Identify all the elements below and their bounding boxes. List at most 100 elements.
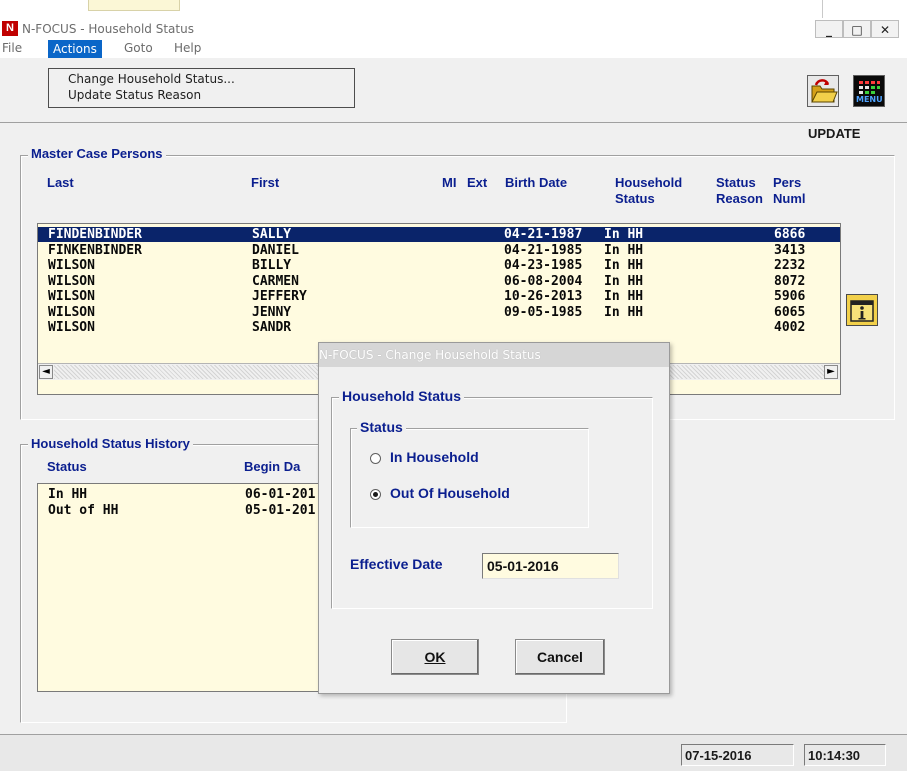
close-button[interactable]: ✕ xyxy=(871,20,899,38)
person-cell-last: FINKENBINDER xyxy=(48,242,142,258)
toolbar-separator xyxy=(0,122,907,123)
person-row[interactable]: WILSON SANDR 4002 xyxy=(38,320,840,335)
main-window: N N-FOCUS - Household Status _ □ ✕ File … xyxy=(0,18,907,771)
person-cell-number: 2232 xyxy=(774,258,806,273)
col-ext: Ext xyxy=(467,175,488,190)
person-cell-last: WILSON xyxy=(48,273,95,289)
person-cell-first: DANIEL xyxy=(252,242,299,258)
status-subgroup xyxy=(350,428,589,528)
col-mi: MI xyxy=(442,175,457,190)
col-status-reason-line2: Reason xyxy=(716,191,763,206)
mode-indicator: UPDATE xyxy=(808,126,861,141)
person-cell-first: JENNY xyxy=(252,304,292,320)
menu-item-change-household-status[interactable]: Change Household Status... xyxy=(68,72,235,86)
ok-button-label: OK xyxy=(424,649,446,665)
person-row[interactable]: FINDENBINDER SALLY 04-21-1987 In HH 6866 xyxy=(38,227,840,242)
person-cell-first: BILLY xyxy=(252,258,292,273)
col-person-number: Pers Numl xyxy=(773,175,839,207)
history-col-begin-date: Begin Da xyxy=(244,459,301,474)
history-list[interactable]: In HH 06-01-201 Out of HH 05-01-201 xyxy=(37,483,359,692)
menu-icon[interactable]: MENU xyxy=(853,75,885,107)
minimize-button[interactable]: _ xyxy=(815,20,843,38)
person-row[interactable]: WILSON BILLY 04-23-1985 In HH 2232 xyxy=(38,258,840,273)
option-in-household[interactable]: In Household xyxy=(370,449,570,467)
person-row[interactable]: FINKENBINDER DANIEL 04-21-1985 In HH 3413 xyxy=(38,243,840,258)
person-cell-first: CARMEN xyxy=(252,273,299,289)
history-cell-begin: 05-01-201 xyxy=(245,503,316,518)
dialog-title-bar: N-FOCUS - Change Household Status xyxy=(319,343,669,367)
scroll-left-button[interactable]: ◄ xyxy=(39,365,53,379)
person-cell-status: In HH xyxy=(604,304,644,320)
history-title: Household Status History xyxy=(28,436,193,451)
actions-dropdown: Change Household Status... Update Status… xyxy=(48,68,355,108)
person-detail-icon[interactable] xyxy=(846,294,878,326)
window-title: N-FOCUS - Household Status xyxy=(22,22,194,36)
person-cell-number: 8072 xyxy=(774,273,806,289)
person-cell-status: In HH xyxy=(604,258,644,273)
radio-out-of-household[interactable] xyxy=(370,489,381,500)
person-cell-last: WILSON xyxy=(48,320,95,335)
person-cell-number: 3413 xyxy=(774,242,806,258)
dialog-title: N-FOCUS - Change Household Status xyxy=(319,348,541,362)
effective-date-label: Effective Date xyxy=(350,556,443,572)
menu-file[interactable]: File xyxy=(2,41,22,55)
status-bar: 07-15-2016 10:14:30 xyxy=(0,734,907,771)
person-cell-status: In HH xyxy=(604,227,644,242)
change-household-status-dialog: N-FOCUS - Change Household Status Househ… xyxy=(318,342,670,694)
col-last: Last xyxy=(47,175,74,190)
col-household-status-line2: Status xyxy=(615,191,655,206)
person-cell-number: 6065 xyxy=(774,304,806,320)
col-status-reason-line1: Status xyxy=(716,175,756,190)
ok-button[interactable]: OK xyxy=(391,639,479,675)
menu-help[interactable]: Help xyxy=(174,41,201,55)
maximize-button[interactable]: □ xyxy=(843,20,871,38)
background-divider xyxy=(822,0,823,18)
person-cell-last: WILSON xyxy=(48,258,95,273)
status-date: 07-15-2016 xyxy=(681,744,794,766)
person-cell-birth: 06-08-2004 xyxy=(504,273,583,289)
col-person-number-line1: Pers xyxy=(773,175,802,190)
effective-date-input[interactable]: 05-01-2016 xyxy=(482,553,619,579)
option-in-household-label: In Household xyxy=(390,449,479,465)
open-folder-icon[interactable] xyxy=(807,75,839,107)
option-out-of-household[interactable]: Out Of Household xyxy=(370,485,570,503)
person-row[interactable]: WILSON JENNY 09-05-1985 In HH 6065 xyxy=(38,305,840,320)
status-subgroup-title: Status xyxy=(357,419,406,435)
history-row[interactable]: In HH 06-01-201 xyxy=(38,487,358,502)
household-status-group-title: Household Status xyxy=(339,388,465,404)
menu-goto[interactable]: Goto xyxy=(124,41,153,55)
col-person-number-line2: Numl xyxy=(773,191,806,206)
person-cell-status: In HH xyxy=(604,289,644,304)
master-case-title: Master Case Persons xyxy=(28,146,166,161)
person-cell-last: WILSON xyxy=(48,289,95,304)
person-cell-number: 5906 xyxy=(774,289,806,304)
history-cell-begin: 06-01-201 xyxy=(245,487,316,502)
menu-actions[interactable]: Actions xyxy=(48,40,102,58)
person-cell-first: SALLY xyxy=(252,227,292,242)
person-row[interactable]: WILSON JEFFERY 10-26-2013 In HH 5906 xyxy=(38,289,840,304)
person-cell-birth: 09-05-1985 xyxy=(504,304,583,320)
title-bar: N N-FOCUS - Household Status _ □ ✕ xyxy=(0,18,907,41)
col-household-status-line1: Household xyxy=(615,175,683,190)
menu-item-update-status-reason[interactable]: Update Status Reason xyxy=(68,88,201,102)
person-row[interactable]: WILSON CARMEN 06-08-2004 In HH 8072 xyxy=(38,274,840,289)
person-cell-birth: 04-21-1985 xyxy=(504,242,583,258)
menu-icon-label: MENU xyxy=(856,95,883,104)
person-cell-first: JEFFERY xyxy=(252,289,307,304)
scroll-right-button[interactable]: ► xyxy=(824,365,838,379)
person-cell-last: FINDENBINDER xyxy=(48,227,142,242)
person-cell-last: WILSON xyxy=(48,304,95,320)
person-cell-number: 6866 xyxy=(774,227,806,242)
history-row[interactable]: Out of HH 05-01-201 xyxy=(38,503,358,518)
col-status-reason: Status Reason xyxy=(716,175,763,207)
cancel-button[interactable]: Cancel xyxy=(515,639,605,675)
person-cell-status: In HH xyxy=(604,242,644,258)
option-out-of-household-label: Out Of Household xyxy=(390,485,510,501)
person-cell-first: SANDR xyxy=(252,320,292,335)
radio-in-household[interactable] xyxy=(370,453,381,464)
history-col-status: Status xyxy=(47,459,87,474)
status-time: 10:14:30 xyxy=(804,744,886,766)
history-rows: In HH 06-01-201 Out of HH 05-01-201 xyxy=(38,487,358,527)
menu-bar: File Actions Goto Help xyxy=(0,40,907,58)
person-rows: FINDENBINDER SALLY 04-21-1987 In HH 6866 FINK… xyxy=(38,227,840,337)
